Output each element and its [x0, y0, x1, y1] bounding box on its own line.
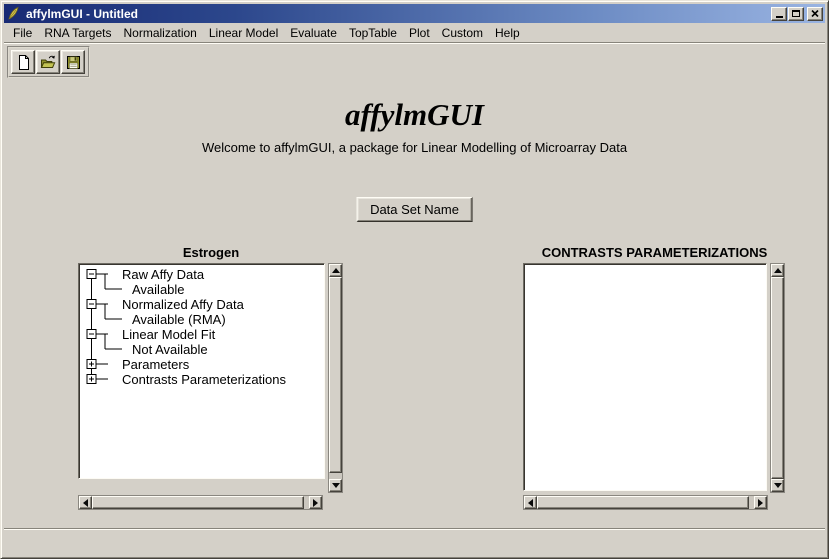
scroll-right-button[interactable]: [309, 496, 322, 509]
tree-item-raw-status[interactable]: Available: [132, 282, 185, 297]
maximize-button[interactable]: [788, 7, 804, 21]
tree-item-parameters[interactable]: Parameters: [122, 357, 189, 372]
scroll-left-button[interactable]: [79, 496, 92, 509]
tree-collapse-icon[interactable]: [87, 270, 96, 279]
tree-item-normalized-status[interactable]: Available (RMA): [132, 312, 226, 327]
data-set-panel: Estrogen: [75, 245, 347, 518]
right-arrow-icon: [758, 499, 763, 507]
menu-plot[interactable]: Plot: [403, 24, 436, 42]
new-file-button[interactable]: [11, 50, 35, 74]
app-feather-icon: [6, 6, 22, 21]
data-set-heading: Estrogen: [75, 245, 347, 260]
contrasts-panel: CONTRASTS PARAMETERIZATIONS: [520, 245, 789, 518]
scroll-up-button[interactable]: [329, 264, 342, 277]
contrasts-heading: CONTRASTS PARAMETERIZATIONS: [520, 245, 789, 260]
tree-vertical-scrollbar[interactable]: [328, 263, 343, 493]
tree-expand-icon[interactable]: [87, 375, 96, 384]
app-title: affylmGUI: [4, 97, 825, 133]
open-file-icon: [39, 54, 57, 71]
scroll-left-button[interactable]: [524, 496, 537, 509]
scroll-up-button[interactable]: [771, 264, 784, 277]
tree-item-contrasts-parameterizations[interactable]: Contrasts Parameterizations: [122, 372, 286, 387]
new-file-icon: [15, 54, 32, 71]
save-file-button[interactable]: [61, 50, 85, 74]
tree-item-linear-model-fit[interactable]: Linear Model Fit: [122, 327, 215, 342]
scrollbar-thumb[interactable]: [771, 277, 784, 479]
contrasts-panel-body: [520, 263, 789, 518]
up-arrow-icon: [774, 268, 782, 273]
toolbar-button-group: [7, 46, 90, 78]
tree-canvas: Raw Affy Data Available Normalized Affy …: [81, 266, 324, 478]
right-arrow-icon: [313, 499, 318, 507]
menu-custom[interactable]: Custom: [436, 24, 489, 42]
minimize-button[interactable]: [771, 7, 787, 21]
status-bar: [4, 529, 825, 553]
tree-expand-icon[interactable]: [87, 360, 96, 369]
up-arrow-icon: [332, 268, 340, 273]
contrasts-listbox[interactable]: [523, 263, 767, 491]
main-area: affylmGUI Welcome to affylmGUI, a packag…: [4, 80, 825, 529]
scroll-down-button[interactable]: [771, 479, 784, 492]
tree-item-normalized-affy-data[interactable]: Normalized Affy Data: [122, 297, 244, 312]
menu-toptable[interactable]: TopTable: [343, 24, 403, 42]
tree-item-raw-affy-data[interactable]: Raw Affy Data: [122, 267, 204, 282]
down-arrow-icon: [774, 483, 782, 488]
menu-rna-targets[interactable]: RNA Targets: [38, 24, 117, 42]
titlebar[interactable]: affylmGUI - Untitled: [4, 4, 825, 23]
menu-normalization[interactable]: Normalization: [118, 24, 203, 42]
open-file-button[interactable]: [36, 50, 60, 74]
left-arrow-icon: [528, 499, 533, 507]
scrollbar-thumb[interactable]: [329, 277, 342, 473]
contrasts-vertical-scrollbar[interactable]: [770, 263, 785, 493]
scroll-right-button[interactable]: [754, 496, 767, 509]
menubar: File RNA Targets Normalization Linear Mo…: [4, 23, 825, 43]
down-arrow-icon: [332, 483, 340, 488]
menu-linear-model[interactable]: Linear Model: [203, 24, 284, 42]
save-file-icon: [65, 54, 82, 71]
scrollbar-thumb[interactable]: [92, 496, 304, 509]
scroll-down-button[interactable]: [329, 479, 342, 492]
menu-evaluate[interactable]: Evaluate: [284, 24, 343, 42]
window-title: affylmGUI - Untitled: [26, 7, 771, 21]
tree-horizontal-scrollbar[interactable]: [78, 495, 323, 510]
menu-file[interactable]: File: [7, 24, 38, 42]
app-window: affylmGUI - Untitled File RNA Targets No…: [0, 0, 829, 559]
data-set-name-button[interactable]: Data Set Name: [356, 197, 473, 222]
window-controls: [771, 7, 823, 21]
welcome-text: Welcome to affylmGUI, a package for Line…: [4, 140, 825, 155]
maximize-icon: [792, 10, 800, 17]
toolbar: [4, 44, 825, 80]
contrasts-horizontal-scrollbar[interactable]: [523, 495, 768, 510]
tree-collapse-icon[interactable]: [87, 300, 96, 309]
close-button[interactable]: [807, 7, 823, 21]
close-icon: [811, 10, 819, 17]
tree-collapse-icon[interactable]: [87, 330, 96, 339]
menu-help[interactable]: Help: [489, 24, 526, 42]
left-arrow-icon: [83, 499, 88, 507]
scrollbar-thumb[interactable]: [537, 496, 749, 509]
data-set-panel-body: Raw Affy Data Available Normalized Affy …: [75, 263, 347, 518]
minimize-icon: [776, 16, 783, 18]
data-set-tree[interactable]: Raw Affy Data Available Normalized Affy …: [78, 263, 325, 479]
tree-item-linear-model-status[interactable]: Not Available: [132, 342, 208, 357]
